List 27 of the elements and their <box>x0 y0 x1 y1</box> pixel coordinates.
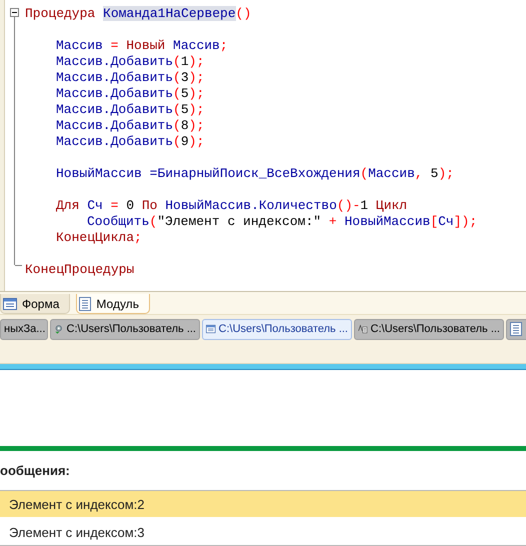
code-line: Массив = Новый Массив; <box>56 38 228 54</box>
code-line: Массив.Добавить(5); <box>56 86 204 102</box>
window-tab[interactable]: C:\Users\Пользователь ... <box>202 318 352 340</box>
code-line: Массив.Добавить(5); <box>56 102 204 118</box>
editor-tab[interactable]: Модуль <box>76 294 150 314</box>
document-icon <box>79 296 92 311</box>
window-tab[interactable]: C:\Users\Пользователь ... <box>50 318 200 340</box>
collapse-icon[interactable] <box>10 8 19 17</box>
code-editor[interactable] <box>0 0 526 292</box>
window-tab[interactable]: ныхЗа... <box>0 318 48 340</box>
gear-icon <box>54 322 64 336</box>
message-row[interactable]: Элемент с индексом:2 <box>0 491 526 520</box>
form-window-icon <box>3 298 17 310</box>
code-line: Массив.Добавить(8); <box>56 118 204 134</box>
form-window-icon <box>206 323 216 336</box>
document-icon <box>510 322 522 336</box>
code-line: Для Сч = 0 По НовыйМассив.Количество()-1 Цикл <box>56 198 408 214</box>
code-line: Массив.Добавить(3); <box>56 70 204 86</box>
code-line: КонецПроцедуры <box>25 262 134 278</box>
code-line: Сообщить("Элемент с индексом:" + НовыйМассив[Сч]); <box>87 214 478 230</box>
code-line: Массив.Добавить(9); <box>56 134 204 150</box>
code-line: НовыйМассив =БинарныйПоиск_ВсеВхождения(Массив, 5); <box>56 166 454 182</box>
editor-tab[interactable]: Форма <box>0 294 70 314</box>
code-line: Массив.Добавить(1); <box>56 54 204 70</box>
window-tab[interactable]: C:\Users\Пользователь ... <box>354 318 504 340</box>
code-line: Процедура Команда1НаСервере() <box>25 6 252 22</box>
code-line: КонецЦикла; <box>56 230 142 246</box>
